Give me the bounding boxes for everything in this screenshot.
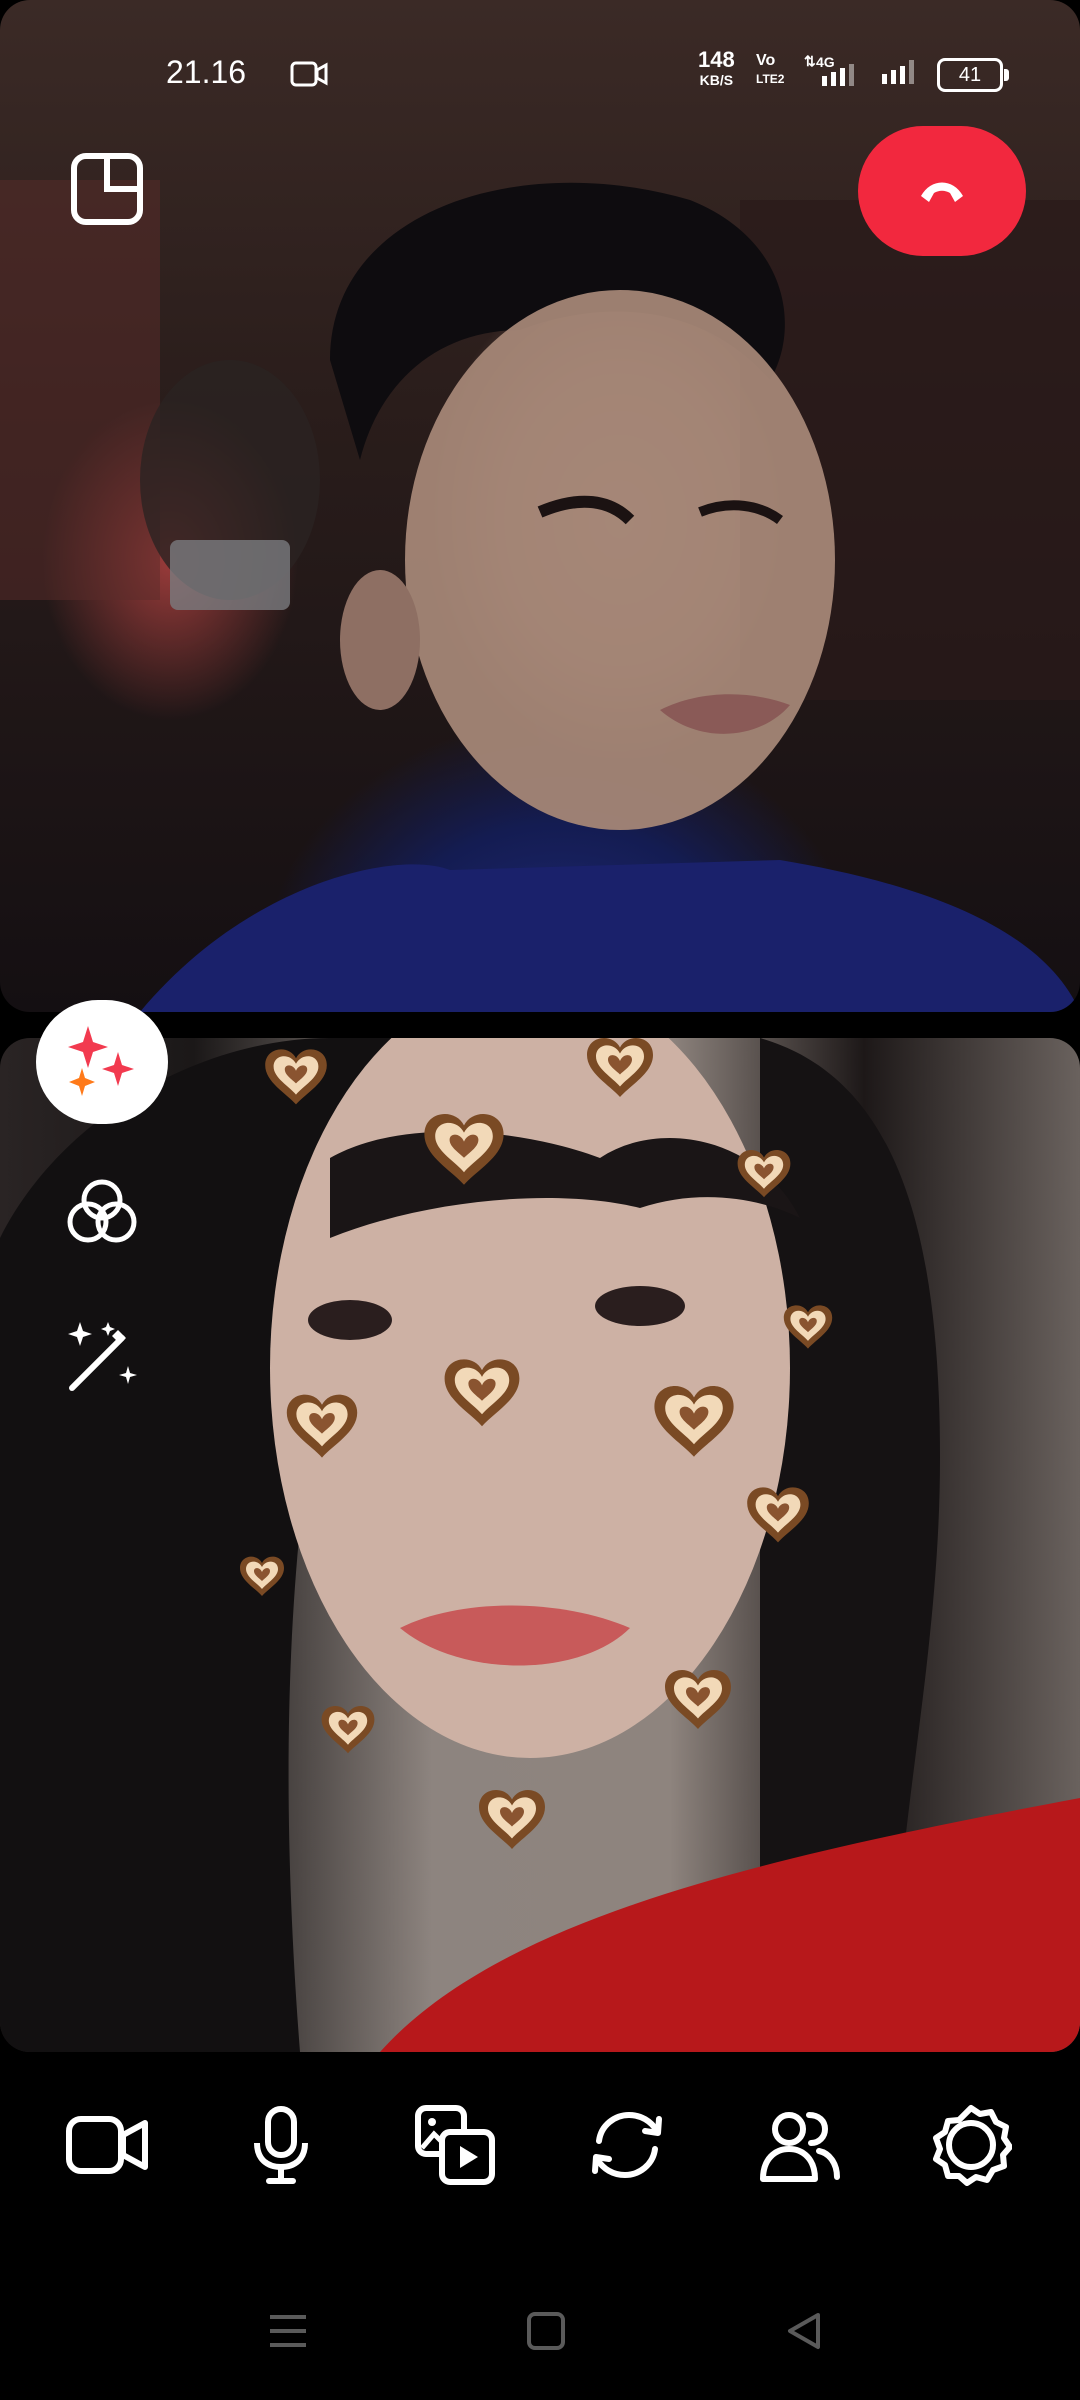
- home-icon: [527, 2312, 565, 2350]
- settings-gear-icon: [933, 2105, 1012, 2186]
- switch-camera-button[interactable]: [582, 2100, 672, 2190]
- settings-button[interactable]: [926, 2100, 1016, 2190]
- home-button[interactable]: [516, 2306, 576, 2356]
- signal-strength-4g-icon: ⇅ 4G: [804, 54, 854, 86]
- layout-toggle-icon[interactable]: [70, 152, 144, 226]
- recent-apps-button[interactable]: [258, 2306, 318, 2356]
- svg-text:⇅: ⇅: [804, 54, 816, 69]
- heart-face-filter: [240, 1038, 833, 1849]
- end-call-button[interactable]: [858, 126, 1026, 256]
- effects-button[interactable]: [36, 1000, 168, 1124]
- volte-bottom-label: LTE2: [756, 72, 785, 86]
- network-speed-value: 148: [698, 47, 735, 72]
- battery-indicator: 41: [937, 58, 1009, 92]
- network-type-label: 4G: [816, 54, 835, 70]
- hang-up-phone-icon: [921, 182, 963, 202]
- network-speed: 148 KB/S: [698, 47, 735, 90]
- camera-toggle-button[interactable]: [62, 2100, 152, 2190]
- call-controls: [0, 2100, 1080, 2210]
- network-speed-unit: KB/S: [699, 72, 734, 88]
- magic-wand-icon[interactable]: [62, 1318, 142, 1398]
- share-media-icon: [415, 2105, 495, 2185]
- filter-circles-icon[interactable]: [62, 1172, 142, 1252]
- status-bar: 21.16 148 KB/S Vo LTE2 ⇅ 4G 41: [0, 40, 1080, 104]
- back-icon: [788, 2313, 820, 2349]
- signal-strength-icon: [882, 60, 914, 84]
- status-time: 21.16: [166, 54, 247, 90]
- back-button[interactable]: [774, 2306, 834, 2356]
- switch-camera-icon: [592, 2111, 662, 2179]
- add-participants-button[interactable]: [754, 2100, 844, 2190]
- microphone-icon: [254, 2106, 308, 2184]
- local-video-feed[interactable]: [0, 1038, 1080, 2052]
- recent-apps-icon: [270, 2315, 306, 2347]
- sparkles-icon: [68, 1026, 134, 1096]
- volte-top-label: Vo: [756, 52, 776, 69]
- system-navigation-bar: [0, 2296, 1080, 2366]
- video-camera-icon: [66, 2116, 148, 2174]
- add-participants-icon: [760, 2112, 840, 2182]
- volte-indicator: Vo LTE2: [756, 52, 784, 88]
- microphone-toggle-button[interactable]: [236, 2100, 326, 2190]
- share-media-button[interactable]: [410, 2100, 500, 2190]
- video-camera-icon: [290, 61, 328, 87]
